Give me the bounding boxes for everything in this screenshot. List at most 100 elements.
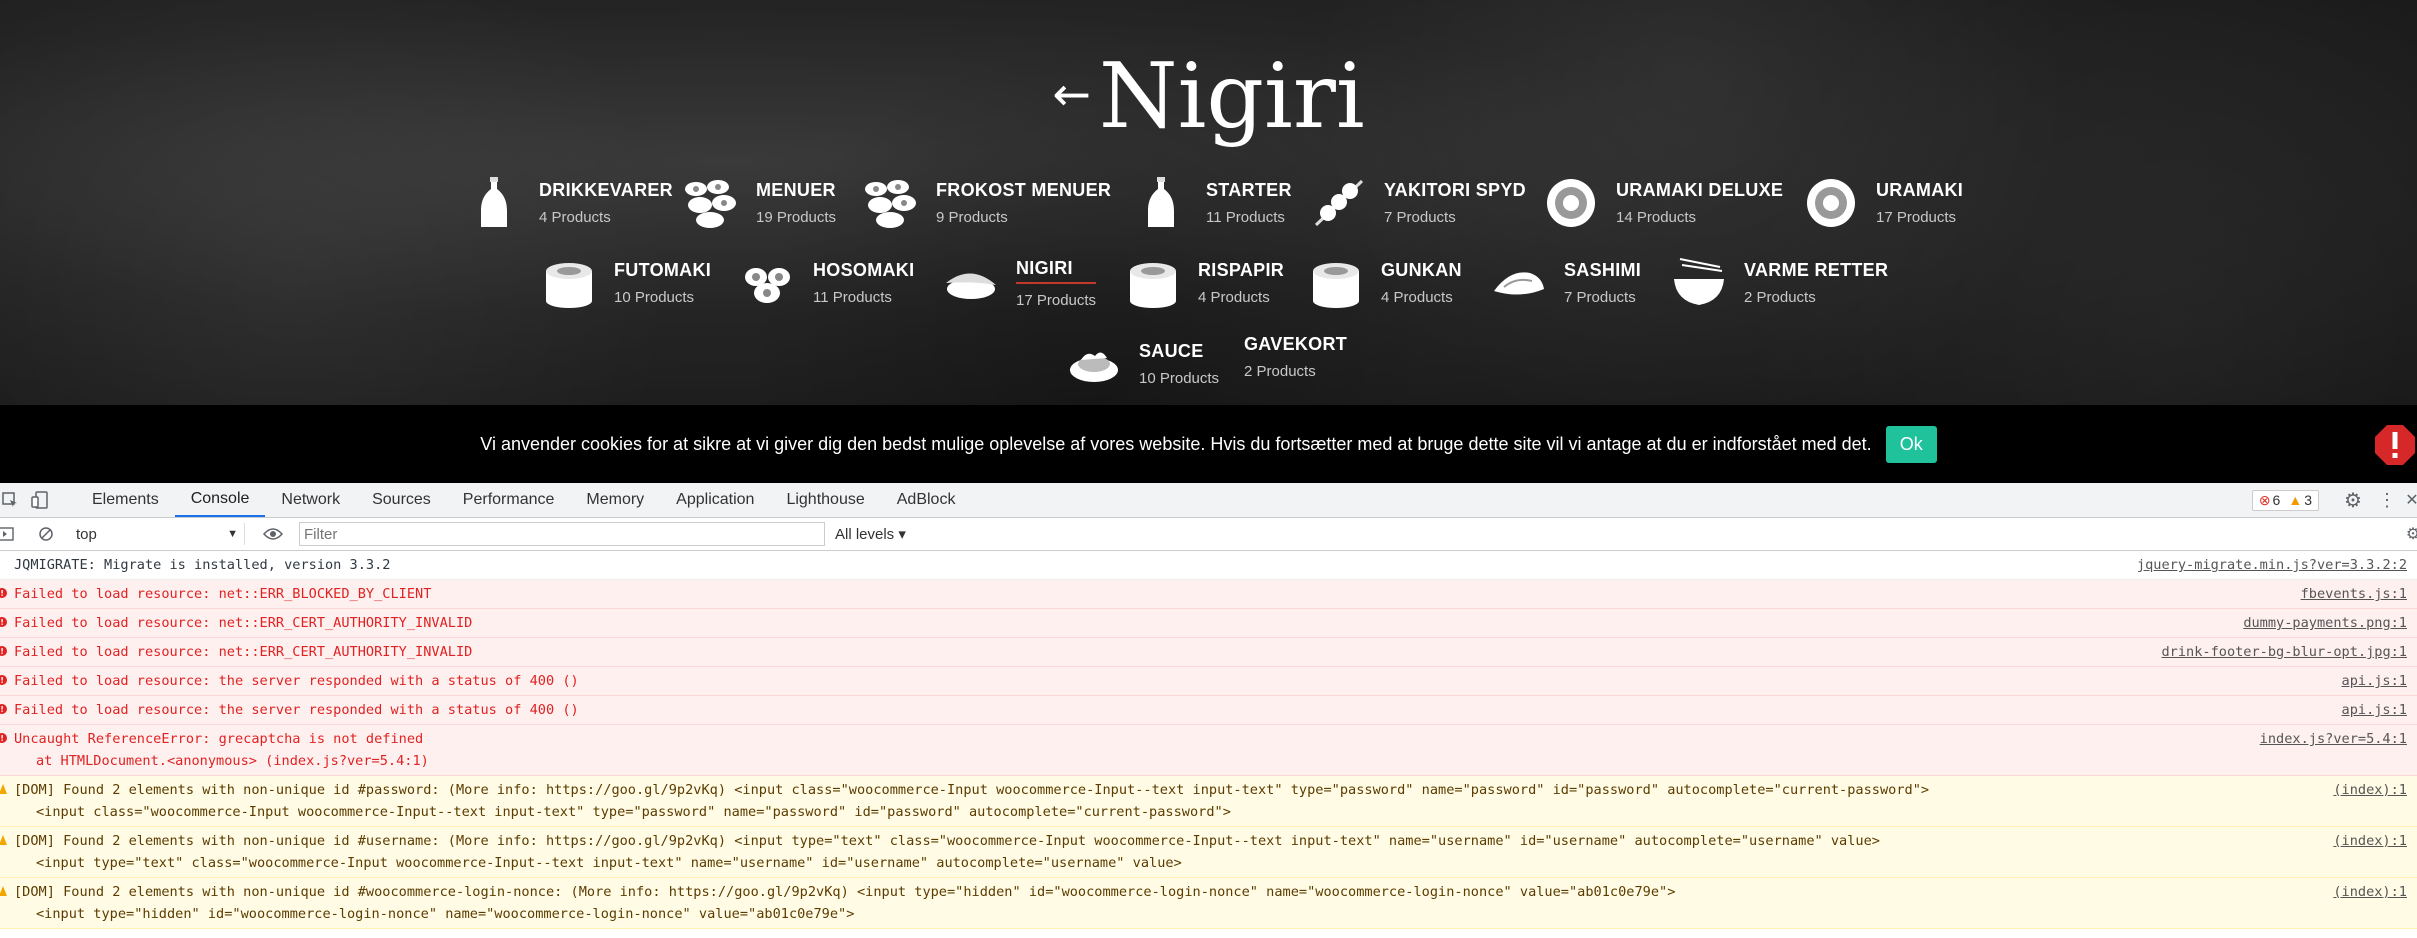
category-menuer[interactable]: MENUER 19 Products <box>680 173 836 233</box>
category-gunkan[interactable]: GUNKAN 4 Products <box>1305 253 1462 313</box>
message-source-link[interactable]: index.js?ver=5.4:1 <box>2260 728 2407 750</box>
tab-application[interactable]: Application <box>660 483 770 517</box>
error-icon: ⊗ <box>2258 491 2271 508</box>
clear-console-icon[interactable] <box>36 524 56 544</box>
message-source-link[interactable]: (index):1 <box>2333 881 2407 903</box>
message-text: Failed to load resource: net::ERR_CERT_A… <box>14 615 473 631</box>
message-detail[interactable]: <input type="text" class="woocommerce-In… <box>14 852 2403 874</box>
message-text: [DOM] Found 2 elements with non-unique i… <box>14 833 1880 849</box>
chevron-down-icon: ▼ <box>227 528 238 540</box>
console-message-warn: [DOM] Found 2 elements with non-unique i… <box>0 878 2417 929</box>
category-name: SASHIMI <box>1564 260 1642 280</box>
gear-icon[interactable]: ⚙ <box>2343 490 2363 512</box>
cookie-ok-button[interactable]: Ok <box>1885 425 1937 463</box>
message-text: [DOM] Found 2 elements with non-unique i… <box>14 884 1676 900</box>
category-count: 17 Products <box>1876 209 1957 226</box>
tab-performance[interactable]: Performance <box>447 483 571 517</box>
device-toolbar-icon[interactable] <box>30 490 50 510</box>
warning-icon <box>0 784 7 794</box>
alert-icon[interactable] <box>2373 423 2417 467</box>
category-name: FUTOMAKI <box>614 260 712 280</box>
message-source-link[interactable]: api.js:1 <box>2342 670 2407 692</box>
category-name: DRIKKEVARER <box>539 180 673 200</box>
sauce-icon <box>1063 334 1125 394</box>
context-select[interactable]: top ▼ <box>74 523 245 545</box>
console-message-error: Failed to load resource: net::ERR_BLOCKE… <box>0 580 2417 609</box>
sushi-platter-icon <box>680 173 742 233</box>
error-icon <box>0 704 7 714</box>
warning-icon <box>0 835 7 845</box>
bowl-icon <box>1668 253 1730 313</box>
close-icon[interactable]: ✕ <box>2407 490 2417 510</box>
eye-icon[interactable] <box>263 524 283 544</box>
message-text: Failed to load resource: net::ERR_CERT_A… <box>14 644 473 660</box>
message-text: JQMIGRATE: Migrate is installed, version… <box>14 557 391 573</box>
website-viewport: ←Nigiri DRIKKEVARER 4 Products MENUER 19 Pr… <box>0 0 2417 405</box>
message-source-link[interactable]: (index):1 <box>2333 779 2407 801</box>
back-arrow-icon[interactable]: ← <box>1052 67 1091 121</box>
message-text: Uncaught ReferenceError: grecaptcha is n… <box>14 731 424 747</box>
category-uramaki-deluxe[interactable]: URAMAKI DELUXE 14 Products <box>1540 173 1783 233</box>
console-message-warn: [DOM] Found 2 elements with non-unique i… <box>0 827 2417 878</box>
category-starter[interactable]: STARTER 11 Products <box>1130 173 1292 233</box>
category-uramaki[interactable]: URAMAKI 17 Products <box>1800 173 1963 233</box>
tab-sources[interactable]: Sources <box>356 483 447 517</box>
category-sauce[interactable]: SAUCE 10 Products <box>1063 334 1219 394</box>
error-icon <box>0 617 7 627</box>
message-source-link[interactable]: dummy-payments.png:1 <box>2243 612 2407 634</box>
category-yakitori-spyd[interactable]: YAKITORI SPYD 7 Products <box>1308 173 1526 233</box>
message-text: Failed to load resource: the server resp… <box>14 702 579 718</box>
sidebar-toggle-icon[interactable] <box>0 524 16 544</box>
settings-small-icon[interactable]: ⚙ <box>2403 524 2417 544</box>
tab-lighthouse[interactable]: Lighthouse <box>770 483 880 517</box>
message-source-link[interactable]: drink-footer-bg-blur-opt.jpg:1 <box>2161 641 2407 663</box>
category-gavekort[interactable]: GAVEKORT 2 Products <box>1244 334 1347 380</box>
category-count: 11 Products <box>813 289 892 306</box>
category-futomaki[interactable]: FUTOMAKI 10 Products <box>538 253 711 313</box>
more-options-icon[interactable]: ⋮ <box>2377 490 2397 510</box>
maki-icon <box>1305 253 1367 313</box>
category-hosomaki[interactable]: HOSOMAKI 11 Products <box>737 253 914 313</box>
log-levels-select[interactable]: All levels ▾ <box>835 525 906 543</box>
message-detail[interactable]: at HTMLDocument.<anonymous> (index.js?ve… <box>14 750 2403 772</box>
message-source-link[interactable]: api.js:1 <box>2342 699 2407 721</box>
category-name: VARME RETTER <box>1744 260 1889 280</box>
category-count: 4 Products <box>539 209 611 226</box>
message-source-link[interactable]: fbevents.js:1 <box>2301 583 2407 605</box>
message-source-link[interactable]: (index):1 <box>2333 830 2407 852</box>
category-count: 19 Products <box>756 209 837 226</box>
message-detail[interactable]: <input class="woocommerce-Input woocomme… <box>14 801 2403 823</box>
category-frokost-menuer[interactable]: FROKOST MENUER 9 Products <box>860 173 1111 233</box>
message-source-link[interactable]: jquery-migrate.min.js?ver=3.3.2:2 <box>2137 554 2407 576</box>
error-icon <box>0 588 7 598</box>
category-name: GAVEKORT <box>1244 334 1348 354</box>
page-title: ←Nigiri <box>0 42 2417 159</box>
category-count: 2 Products <box>1244 363 1316 380</box>
context-value: top <box>76 525 97 543</box>
filter-input[interactable] <box>299 522 825 546</box>
category-sashimi[interactable]: SASHIMI 7 Products <box>1488 253 1641 313</box>
category-drikkevarer[interactable]: DRIKKEVARER 4 Products <box>463 173 673 233</box>
cookie-text: Vi anvender cookies for at sikre at vi g… <box>480 433 1872 454</box>
console-message-info: JQMIGRATE: Migrate is installed, version… <box>0 551 2417 580</box>
maki-icon <box>1122 253 1184 313</box>
category-rispapir[interactable]: RISPAPIR 4 Products <box>1122 253 1284 313</box>
tab-elements[interactable]: Elements <box>76 483 175 517</box>
tab-console[interactable]: Console <box>174 483 266 517</box>
inspect-element-icon[interactable] <box>0 490 20 510</box>
devtools-status: ⊗ 6 ▲ 3 ⚙ ⋮ ✕ <box>2251 483 2417 517</box>
cookie-banner: Vi anvender cookies for at sikre at vi g… <box>0 405 2417 483</box>
devtools-tabbar: Elements Console Network Sources Performance… <box>0 483 2417 518</box>
tab-adblock[interactable]: AdBlock <box>881 483 972 517</box>
category-varme-retter[interactable]: VARME RETTER 2 Products <box>1668 253 1888 313</box>
console-toolbar: top ▼ All levels ▾ ⚙ <box>0 518 2417 551</box>
category-name: SAUCE <box>1139 341 1204 361</box>
error-icon <box>0 675 7 685</box>
category-nigiri[interactable]: NIGIRI 17 Products <box>940 253 1097 313</box>
issue-counter[interactable]: ⊗ 6 ▲ 3 <box>2251 489 2319 511</box>
tab-network[interactable]: Network <box>265 483 356 517</box>
sushi-platter-icon <box>860 173 922 233</box>
message-detail[interactable]: <input type="hidden" id="woocommerce-log… <box>14 903 2403 925</box>
devtools-tabs: Elements Console Network Sources Performance… <box>76 483 971 517</box>
tab-memory[interactable]: Memory <box>570 483 660 517</box>
